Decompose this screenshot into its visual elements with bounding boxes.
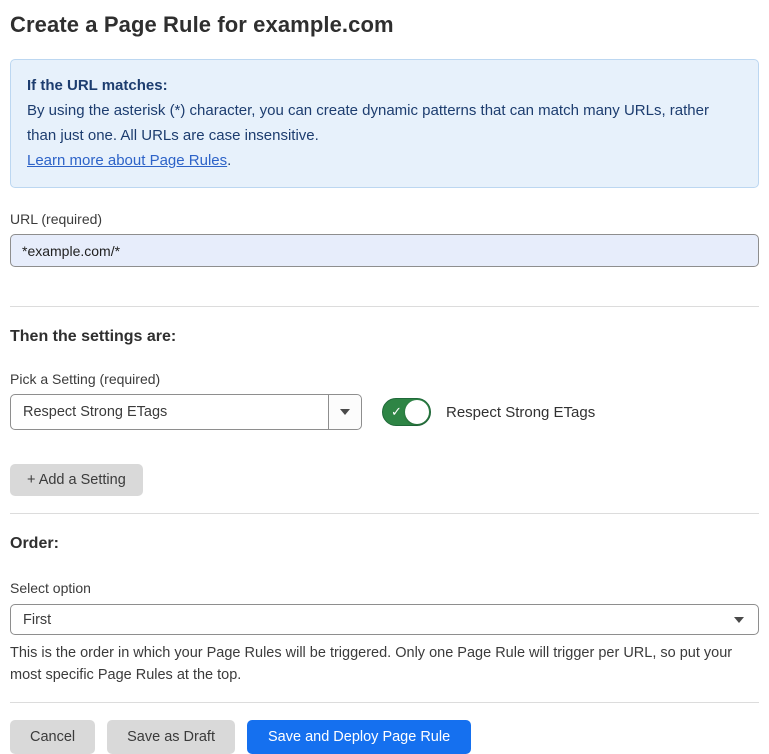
caret-down-icon — [340, 409, 350, 415]
order-select[interactable]: First — [10, 604, 759, 635]
order-select-value: First — [11, 605, 734, 634]
check-icon: ✓ — [391, 405, 402, 418]
setting-row: Respect Strong ETags ✓ Respect Strong ET… — [10, 394, 759, 430]
link-suffix: . — [227, 152, 231, 169]
add-setting-button[interactable]: + Add a Setting — [10, 464, 143, 496]
pick-setting-label: Pick a Setting (required) — [10, 371, 759, 387]
setting-select[interactable]: Respect Strong ETags — [10, 394, 362, 430]
order-section-heading: Order: — [10, 535, 759, 553]
toggle-knob — [405, 400, 429, 424]
etags-toggle[interactable]: ✓ — [382, 398, 431, 426]
page-title: Create a Page Rule for example.com — [10, 12, 759, 38]
page-rule-form: Create a Page Rule for example.com If th… — [0, 0, 769, 754]
section-divider — [10, 513, 759, 514]
info-box-body: By using the asterisk (*) character, you… — [27, 98, 742, 148]
caret-down-icon — [734, 617, 744, 623]
save-and-deploy-button[interactable]: Save and Deploy Page Rule — [247, 720, 471, 754]
info-box-heading: If the URL matches: — [27, 73, 742, 98]
cancel-button[interactable]: Cancel — [10, 720, 95, 754]
section-divider — [10, 306, 759, 307]
url-input[interactable] — [10, 234, 759, 267]
etags-toggle-label: Respect Strong ETags — [446, 404, 595, 421]
info-box-link-line: Learn more about Page Rules. — [27, 148, 742, 173]
order-select-label: Select option — [10, 580, 759, 596]
url-field-label: URL (required) — [10, 211, 759, 227]
save-as-draft-button[interactable]: Save as Draft — [107, 720, 235, 754]
url-match-info-box: If the URL matches: By using the asteris… — [10, 59, 759, 188]
actions-divider — [10, 702, 759, 703]
order-help-text: This is the order in which your Page Rul… — [10, 642, 759, 686]
setting-select-value: Respect Strong ETags — [11, 395, 328, 429]
settings-section-heading: Then the settings are: — [10, 328, 759, 346]
order-select-caret-wrap — [734, 605, 758, 634]
form-actions: Cancel Save as Draft Save and Deploy Pag… — [10, 720, 759, 754]
learn-more-link[interactable]: Learn more about Page Rules — [27, 152, 227, 169]
setting-select-dropdown-button[interactable] — [328, 395, 361, 429]
